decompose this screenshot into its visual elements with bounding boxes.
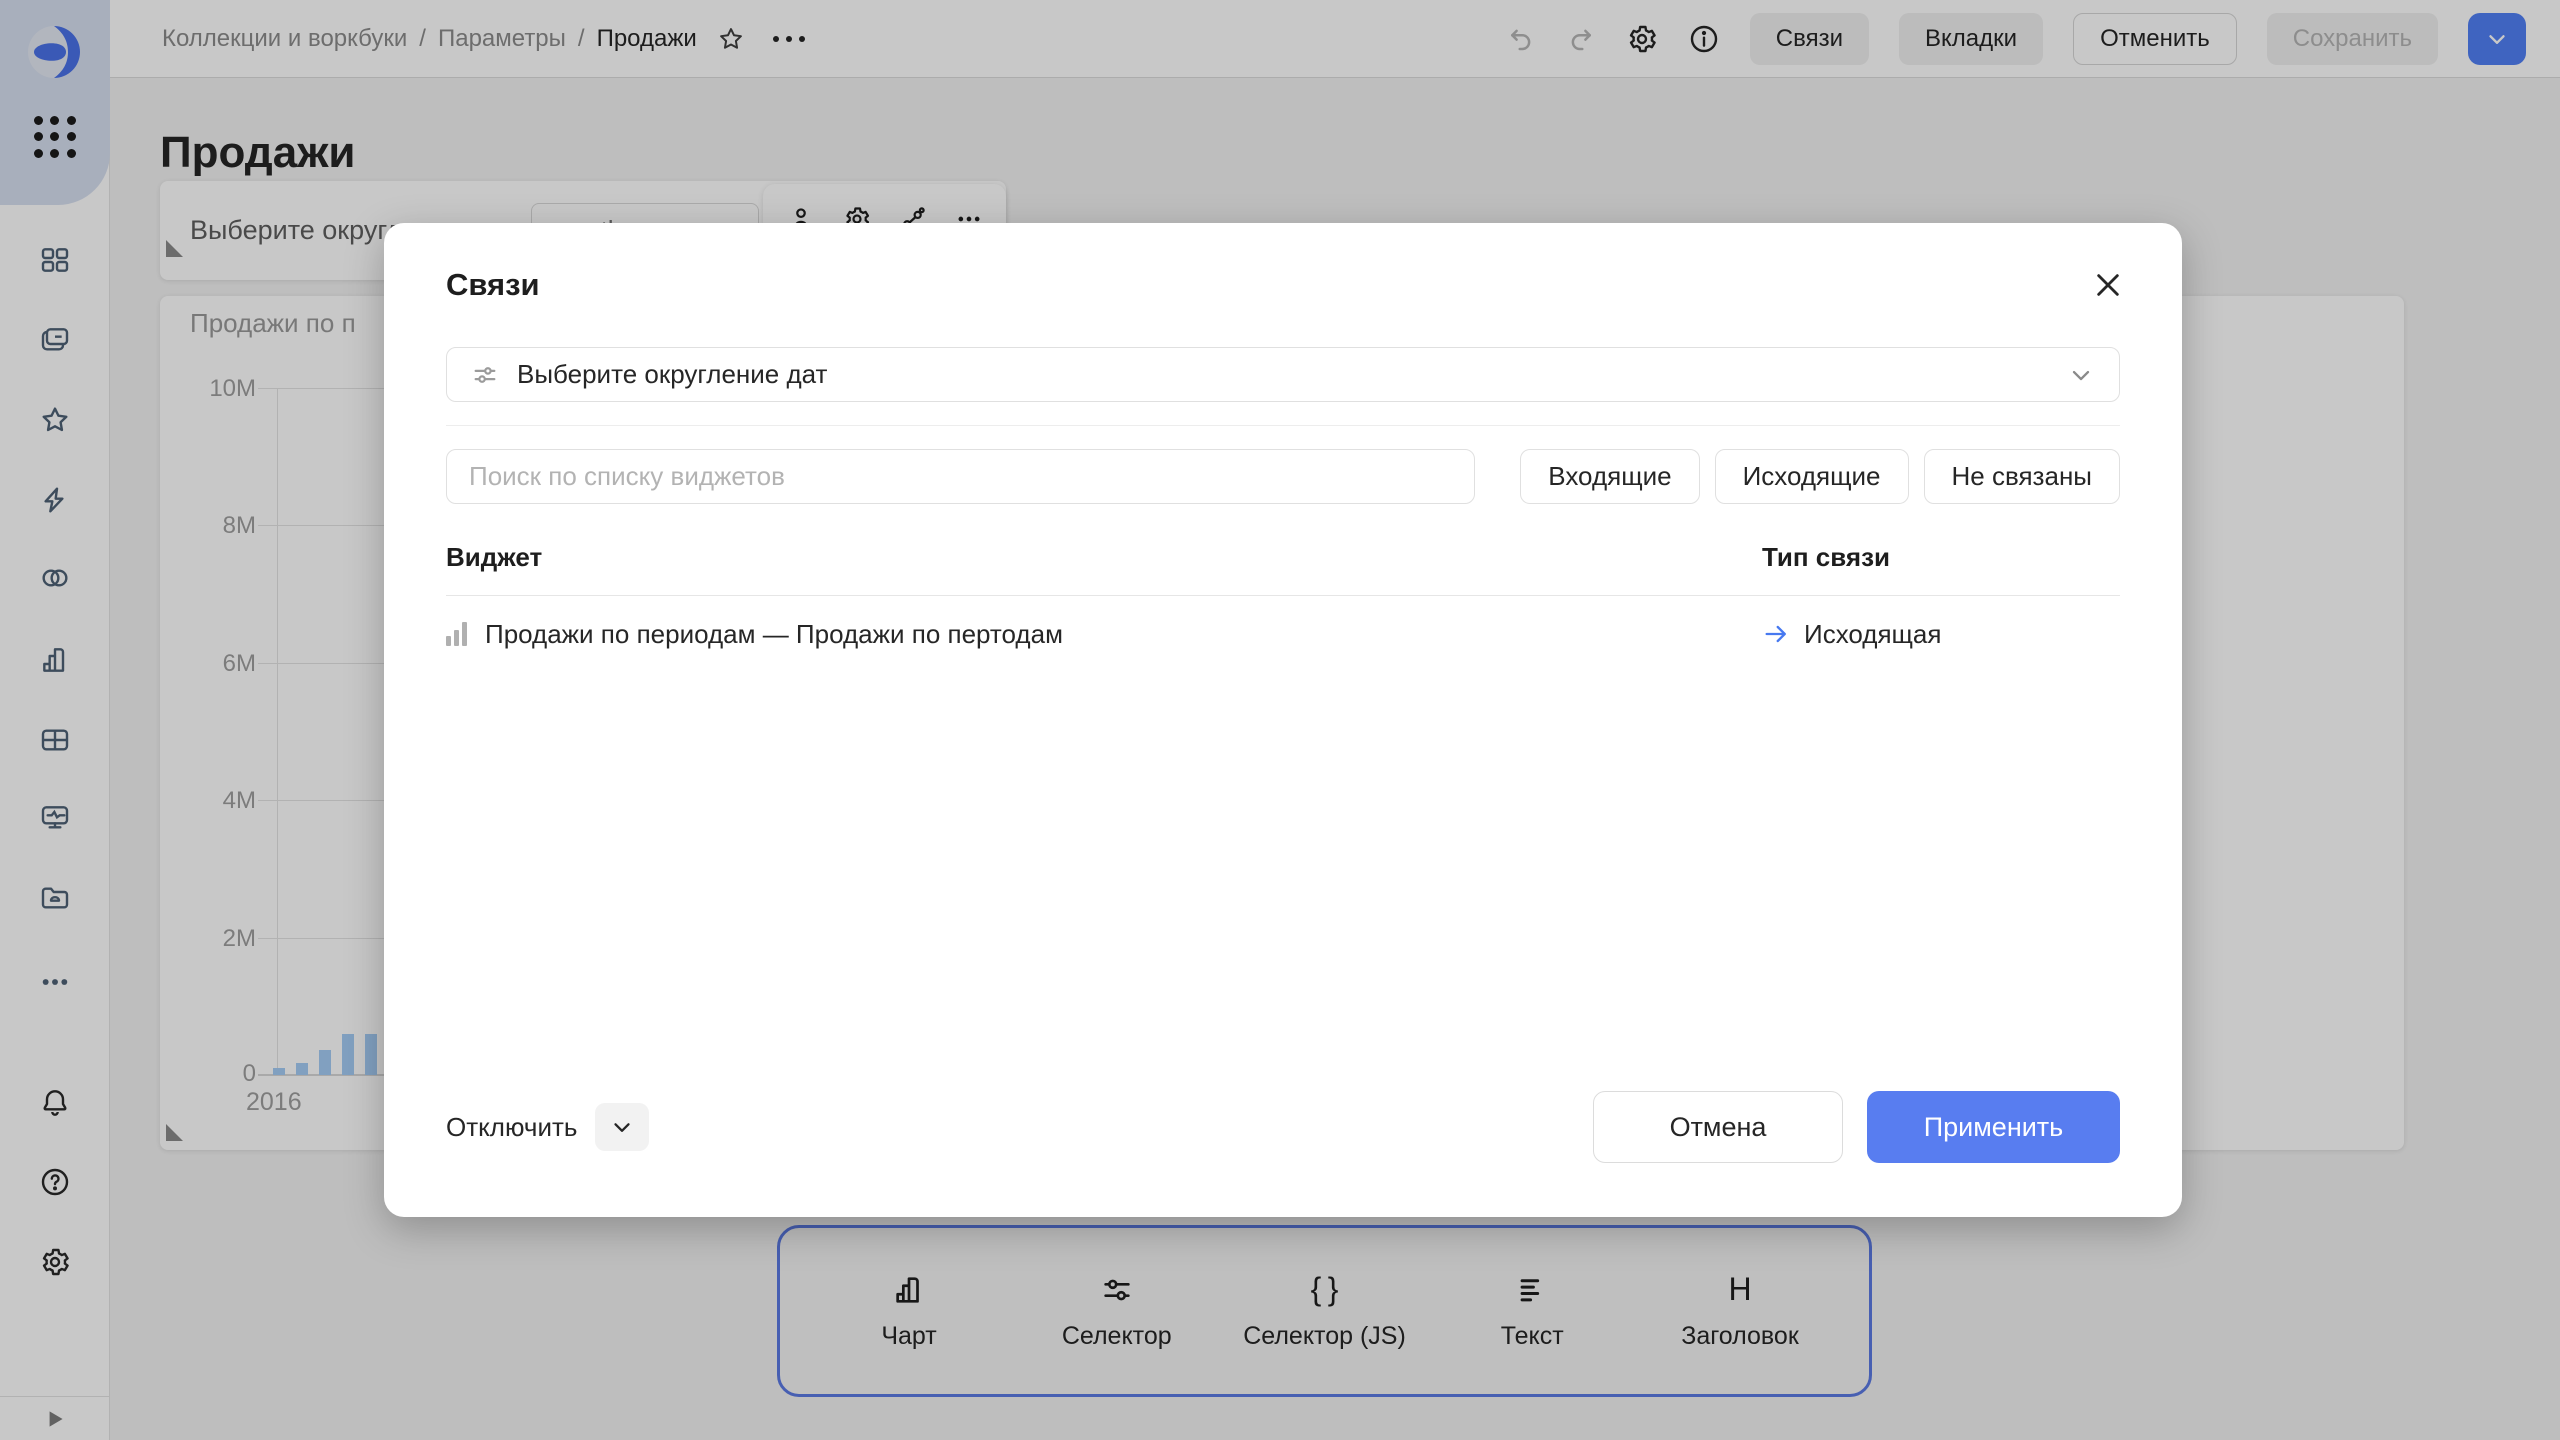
- search-filter-row: Входящие Исходящие Не связаны: [446, 449, 2120, 504]
- chevron-down-icon: [2067, 361, 2095, 389]
- filter-incoming-button[interactable]: Входящие: [1520, 449, 1699, 504]
- column-widget: Виджет: [446, 542, 1762, 573]
- widget-search-input[interactable]: [446, 449, 1475, 504]
- chart-type-icon: [446, 622, 467, 646]
- cancel-button[interactable]: Отмена: [1593, 1091, 1843, 1163]
- disable-button[interactable]: Отключить: [446, 1112, 577, 1143]
- table-header: Виджет Тип связи: [446, 542, 2120, 573]
- filter-unlinked-button[interactable]: Не связаны: [1924, 449, 2121, 504]
- filter-outgoing-button[interactable]: Исходящие: [1715, 449, 1909, 504]
- dialog-footer: Отключить Отмена Применить: [446, 1091, 2120, 1163]
- arrow-right-icon: [1762, 620, 1790, 648]
- apply-button[interactable]: Применить: [1867, 1091, 2120, 1163]
- chevron-down-icon: [609, 1114, 635, 1140]
- row-relation-type: Исходящая: [1804, 619, 1941, 650]
- row-widget-name: Продажи по периодам — Продажи по пертода…: [485, 619, 1063, 650]
- disable-dropdown-button[interactable]: [595, 1103, 649, 1151]
- parameter-select-value: Выберите округление дат: [517, 359, 827, 390]
- column-relation-type: Тип связи: [1762, 542, 2120, 573]
- parameter-select[interactable]: Выберите округление дат: [446, 347, 2120, 402]
- relations-dialog: Связи Выберите округление дат Входящие И…: [384, 223, 2182, 1217]
- sliders-icon: [471, 361, 499, 389]
- table-row[interactable]: Продажи по периодам — Продажи по пертода…: [446, 596, 2120, 672]
- dialog-title: Связи: [446, 267, 2120, 303]
- close-icon[interactable]: [2090, 267, 2126, 303]
- divider: [446, 425, 2120, 426]
